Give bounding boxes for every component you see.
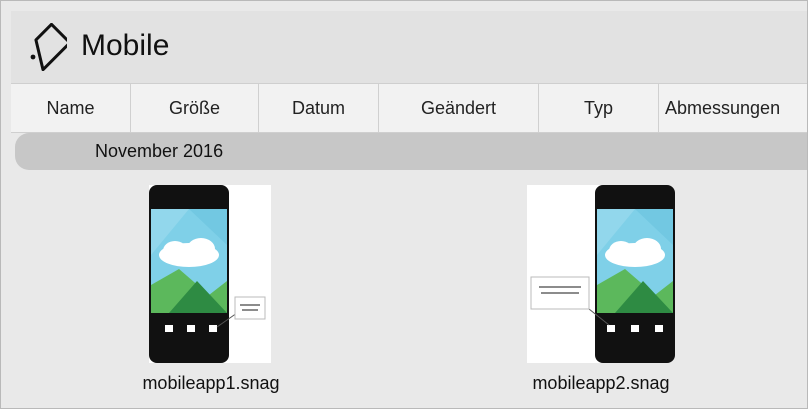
- phone-mockup-image: [530, 185, 675, 363]
- column-date[interactable]: Datum: [259, 84, 379, 132]
- phone-mockup-image: [149, 185, 266, 363]
- column-header-row: Name Größe Datum Geändert Typ Abmessunge…: [11, 83, 807, 133]
- column-size[interactable]: Größe: [131, 84, 259, 132]
- group-header[interactable]: November 2016: [15, 133, 807, 170]
- file-thumbnail[interactable]: [527, 185, 675, 363]
- group-label: November 2016: [95, 141, 224, 161]
- file-thumbnail[interactable]: [149, 185, 271, 363]
- collection-header: Mobile: [11, 11, 807, 83]
- file-name: mobileapp2.snag: [532, 373, 670, 393]
- collection-title: Mobile: [81, 29, 170, 62]
- tag-icon: [30, 23, 67, 71]
- column-type[interactable]: Typ: [539, 84, 659, 132]
- file-name: mobileapp1.snag: [142, 373, 280, 393]
- column-name[interactable]: Name: [11, 84, 131, 132]
- column-dimensions[interactable]: Abmessungen: [659, 84, 807, 132]
- column-modified[interactable]: Geändert: [379, 84, 539, 132]
- library-panel: Mobile Name Größe Datum Geändert Typ Abm…: [0, 0, 808, 409]
